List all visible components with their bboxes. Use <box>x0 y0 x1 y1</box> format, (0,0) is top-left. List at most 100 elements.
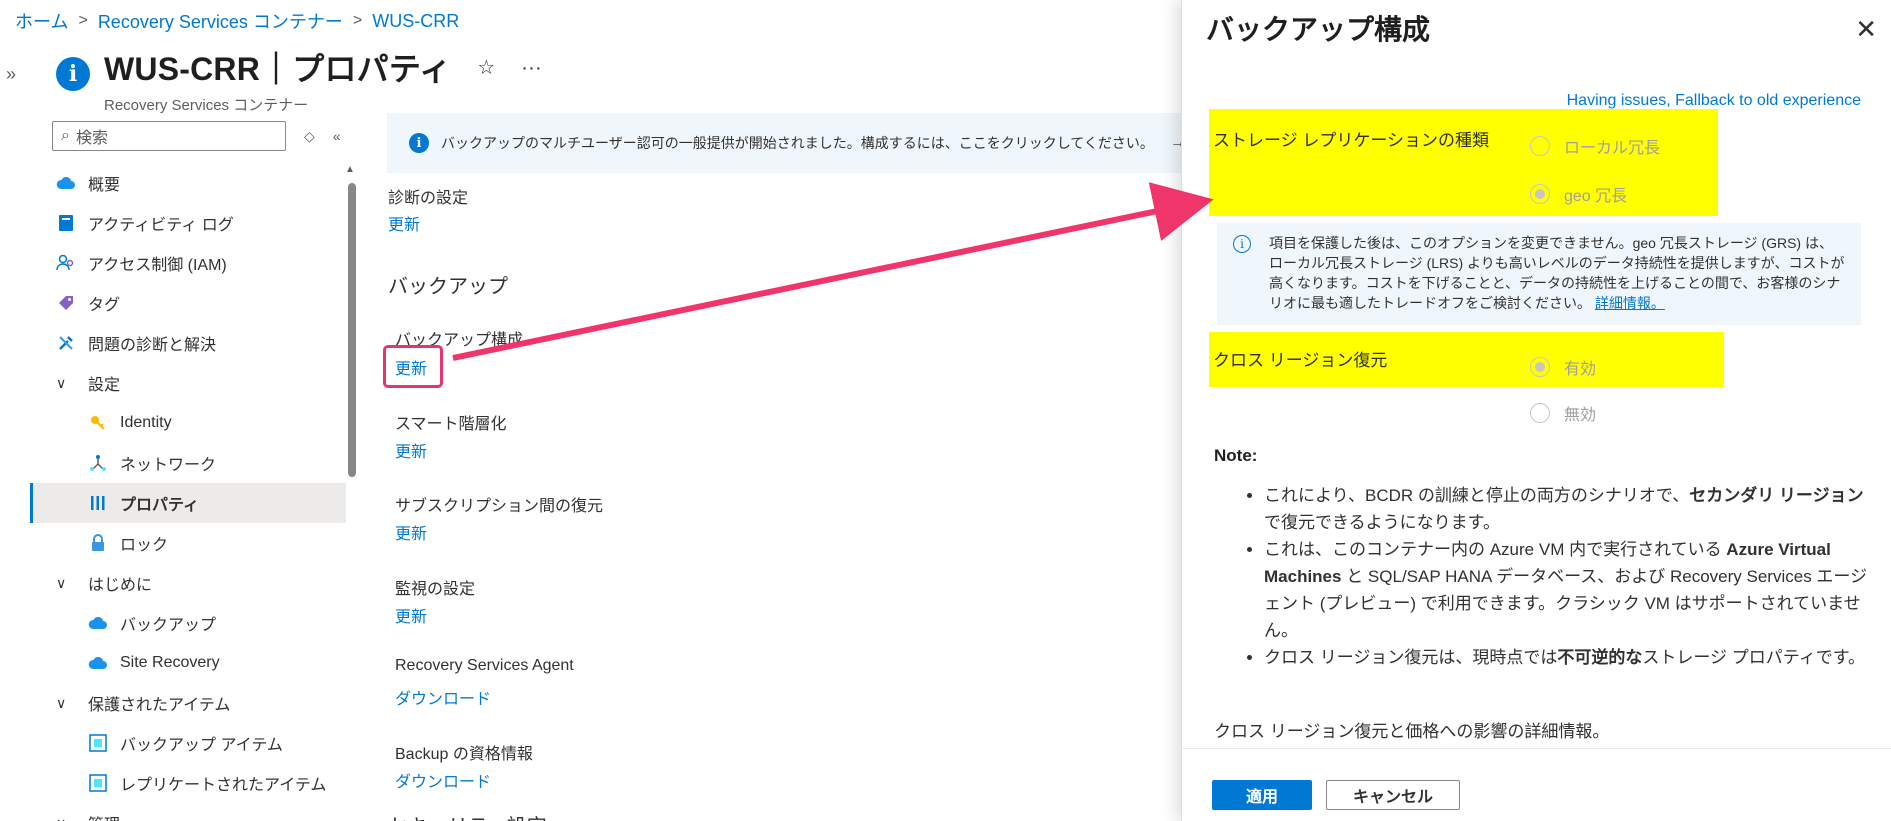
more-options-icon[interactable]: ··· <box>521 57 542 79</box>
sidebar-group-manage[interactable]: ∨ 管理 <box>30 803 346 821</box>
radio-geo-redundant[interactable]: geo 冗長 <box>1530 182 1627 206</box>
backup-items-icon <box>88 733 108 753</box>
breadcrumb-home[interactable]: ホーム <box>15 8 68 34</box>
chevron-down-icon: ∨ <box>56 694 67 711</box>
breadcrumb-vaults[interactable]: Recovery Services コンテナー <box>98 8 343 34</box>
list-item: これにより、BCDR の訓練と停止の両方のシナリオで、セカンダリ リージョン で… <box>1264 482 1868 536</box>
sidebar-nav: 概要 アクティビティ ログ アクセス制御 (IAM) タグ 問題の診断と解決 ∨… <box>30 163 346 821</box>
diag-settings-label: 診断の設定 <box>388 190 469 207</box>
sidebar-item-network[interactable]: ネットワーク <box>30 443 346 483</box>
apply-button[interactable]: 適用 <box>1212 780 1312 810</box>
network-icon <box>88 453 108 473</box>
monitoring-settings-label: 監視の設定 <box>395 581 476 598</box>
lock-icon <box>88 533 108 553</box>
sidebar-item-backup[interactable]: バックアップ <box>30 603 346 643</box>
people-icon <box>56 253 76 273</box>
sidebar-search-row: ⌕ 検索 ◇ « <box>52 121 341 151</box>
search-placeholder: 検索 <box>75 130 108 147</box>
cloud-icon <box>56 173 76 193</box>
smart-tiering-label: スマート階層化 <box>395 416 507 433</box>
radio-locally-redundant[interactable]: ローカル冗長 <box>1530 134 1660 158</box>
collapse-sidebar-icon[interactable]: « <box>333 128 341 144</box>
cancel-button[interactable]: キャンセル <box>1326 780 1460 810</box>
radio-checked-icon <box>1530 184 1550 204</box>
replication-info-text: 項目を保護した後は、このオプションを変更できません。geo 冗長ストレージ (G… <box>1269 235 1845 311</box>
key-icon <box>88 413 108 433</box>
properties-info-icon: i <box>56 57 90 91</box>
wrench-icon <box>56 333 76 353</box>
monitoring-settings-update-link[interactable]: 更新 <box>395 603 427 627</box>
page-header: i WUS-CRR｜プロパティ ☆ ··· Recovery Services … <box>56 44 562 115</box>
breadcrumb: ホーム > Recovery Services コンテナー > WUS-CRR <box>15 8 459 34</box>
sidebar-item-diagnose[interactable]: 問題の診断と解決 <box>30 323 346 363</box>
sort-toggle-icon[interactable]: ◇ <box>304 128 315 145</box>
banner-text: バックアップのマルチユーザー認可の一般提供が開始されました。構成するには、ここを… <box>441 135 1154 151</box>
cross-region-restore-label: クロス リージョン復元 <box>1213 351 1388 370</box>
tag-icon <box>56 293 76 313</box>
search-input[interactable]: ⌕ 検索 <box>52 121 286 151</box>
sidebar-item-activity-log[interactable]: アクティビティ ログ <box>30 203 346 243</box>
sidebar-item-backup-items[interactable]: バックアップ アイテム <box>30 723 346 763</box>
radio-checked-icon <box>1530 357 1550 377</box>
learn-more-link[interactable]: 詳細情報。 <box>1595 295 1665 311</box>
agent-download-link[interactable]: ダウンロード <box>395 685 491 709</box>
panel-title: バックアップ構成 <box>1206 14 1431 45</box>
breadcrumb-separator-icon: > <box>352 12 363 29</box>
log-icon <box>56 213 76 233</box>
backup-config-panel: バックアップ構成 ✕ Having issues, Fallback to ol… <box>1181 0 1891 821</box>
chevron-down-icon: ∨ <box>56 815 74 821</box>
replication-type-label: ストレージ レプリケーションの種類 <box>1213 131 1490 150</box>
sidebar-item-site-recovery[interactable]: Site Recovery <box>30 643 346 683</box>
sidebar-item-tags[interactable]: タグ <box>30 283 346 323</box>
sidebar-group-getting-started[interactable]: ∨ はじめに <box>30 563 346 603</box>
diag-settings-update-link[interactable]: 更新 <box>388 211 420 235</box>
note-title: Note: <box>1214 446 1258 465</box>
recovery-services-agent-label: Recovery Services Agent <box>395 657 574 674</box>
sidebar-item-overview[interactable]: 概要 <box>30 163 346 203</box>
crr-pricing-info-text: クロス リージョン復元と価格への影響の詳細情報。 <box>1214 722 1610 741</box>
smart-tiering-update-link[interactable]: 更新 <box>395 438 427 462</box>
sidebar-scrollbar[interactable] <box>348 183 356 477</box>
annotation-highlight-box <box>383 345 443 388</box>
chevron-down-icon: ∨ <box>56 374 67 391</box>
backup-section-heading: バックアップ <box>388 276 508 298</box>
list-item: クロス リージョン復元は、現時点では不可逆的なストレージ プロパティです。 <box>1264 644 1868 671</box>
scroll-up-icon[interactable]: ▲ <box>345 164 355 175</box>
page-title: WUS-CRR｜プロパティ <box>104 51 452 87</box>
fallback-old-experience-link[interactable]: Having issues, Fallback to old experienc… <box>1567 92 1861 110</box>
page-subtitle: Recovery Services コンテナー <box>104 97 309 114</box>
cross-subscription-restore-update-link[interactable]: 更新 <box>395 520 427 544</box>
site-recovery-icon <box>88 653 108 673</box>
radio-crr-enable[interactable]: 有効 <box>1530 355 1596 379</box>
favorite-star-icon[interactable]: ☆ <box>477 57 495 79</box>
breadcrumb-separator-icon: > <box>78 12 88 29</box>
sidebar-group-settings[interactable]: ∨ 設定 <box>30 363 346 403</box>
close-icon[interactable]: ✕ <box>1855 14 1877 45</box>
breadcrumb-current[interactable]: WUS-CRR <box>372 11 459 32</box>
security-section-heading: セキュリティ設定 <box>388 810 547 821</box>
credentials-download-link[interactable]: ダウンロード <box>395 768 491 792</box>
sidebar-item-iam[interactable]: アクセス制御 (IAM) <box>30 243 346 283</box>
replicated-items-icon <box>88 773 108 793</box>
list-item: これは、このコンテナー内の Azure VM 内で実行されている Azure V… <box>1264 536 1868 644</box>
mua-banner[interactable]: i バックアップのマルチユーザー認可の一般提供が開始されました。構成するには、こ… <box>387 113 1187 173</box>
replication-info-box: i 項目を保護した後は、このオプションを変更できません。geo 冗長ストレージ … <box>1217 223 1861 325</box>
sidebar-item-locks[interactable]: ロック <box>30 523 346 563</box>
sidebar-item-properties[interactable]: プロパティ <box>30 483 346 523</box>
backup-icon <box>88 613 108 633</box>
info-icon: i <box>1233 235 1251 253</box>
note-list: これにより、BCDR の訓練と停止の両方のシナリオで、セカンダリ リージョン で… <box>1238 482 1868 671</box>
radio-circle-icon <box>1530 403 1550 423</box>
sidebar-item-identity[interactable]: Identity <box>30 403 346 443</box>
sidebar-group-protected-items[interactable]: ∨ 保護されたアイテム <box>30 683 346 723</box>
search-icon: ⌕ <box>61 127 70 144</box>
sidebar-item-replicated-items[interactable]: レプリケートされたアイテム <box>30 763 346 803</box>
chevron-down-icon: ∨ <box>56 574 67 591</box>
radio-crr-disable[interactable]: 無効 <box>1530 401 1596 425</box>
backup-credentials-label: Backup の資格情報 <box>395 746 533 763</box>
cross-subscription-restore-label: サブスクリプション間の復元 <box>395 498 604 515</box>
radio-circle-icon <box>1530 136 1550 156</box>
info-icon: i <box>409 133 429 153</box>
expand-menu-icon[interactable]: » <box>6 64 16 85</box>
properties-icon <box>88 493 108 513</box>
